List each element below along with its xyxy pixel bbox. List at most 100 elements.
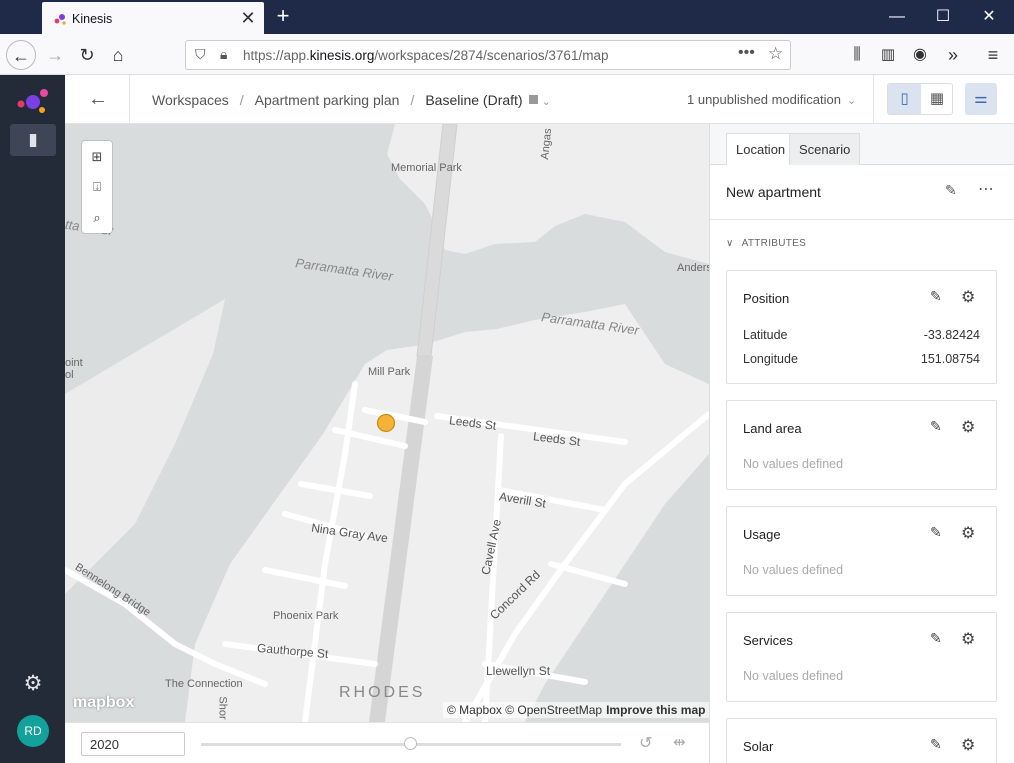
- year-input[interactable]: [81, 732, 185, 756]
- attribute-card-solar: Solar ✎ ⚙: [726, 718, 997, 763]
- back-arrow-icon[interactable]: ←: [85, 86, 111, 112]
- attributes-toggle[interactable]: ∨ ATTRIBUTES: [726, 238, 806, 249]
- tab-close-icon[interactable]: ✕: [238, 8, 258, 28]
- timeline-bar: ↺ ⇹: [65, 722, 709, 763]
- attribution-text[interactable]: © Mapbox © OpenStreetMap: [447, 703, 602, 717]
- attribute-card-position: Position ✎ ⚙ Latitude -33.82424 Longitud…: [726, 270, 997, 384]
- window-close-icon[interactable]: ✕: [966, 0, 1012, 34]
- browser-forward-icon[interactable]: →: [40, 40, 70, 70]
- header-divider: [129, 75, 130, 123]
- location-marker[interactable]: [376, 413, 396, 433]
- attributes-header: ATTRIBUTES: [741, 238, 807, 249]
- attributes-section: ∨ ATTRIBUTES Position ✎ ⚙ Latitude -33.82…: [710, 220, 1014, 763]
- table-view-icon[interactable]: ▦: [921, 84, 953, 114]
- page: Kinesis ✕ + — ☐ ✕ ← → ↻ ⌂ ⛉ 🔒︎ https://a…: [0, 0, 1014, 763]
- map-nav-icon[interactable]: ▮: [10, 124, 56, 156]
- map-canvas[interactable]: Memorial Park Parramatta River Parramatt…: [65, 124, 709, 722]
- app-sidebar: ▮ ⚙ RD: [0, 75, 65, 763]
- chevron-down-icon: ∨: [726, 238, 734, 249]
- new-tab-icon[interactable]: +: [270, 4, 296, 30]
- location-header: New apartment ✎ ⋯: [710, 165, 1014, 220]
- edit-pencil-icon[interactable]: ✎: [930, 736, 942, 753]
- chevron-down-icon[interactable]: ⌄: [542, 96, 551, 108]
- tab-location[interactable]: Location: [726, 133, 796, 166]
- url-text[interactable]: https://app.kinesis.org/workspaces/2874/…: [243, 48, 608, 63]
- search-icon[interactable]: ⌕: [82, 203, 112, 233]
- kinesis-logo-icon[interactable]: [14, 85, 52, 115]
- page-actions-icon[interactable]: •••: [738, 44, 755, 62]
- settings-gear-icon[interactable]: ⚙: [961, 287, 975, 307]
- empty-values: No values defined: [743, 563, 844, 577]
- mapbox-logo[interactable]: mapbox: [73, 694, 134, 712]
- filter-sliders-icon[interactable]: ⚌: [965, 83, 997, 115]
- browser-back-icon[interactable]: ←: [6, 40, 36, 70]
- browser-nav-bar: ← → ↻ ⌂ ⛉ 🔒︎ https://app.kinesis.org/wor…: [0, 34, 1014, 75]
- longitude-label: Longitude: [743, 352, 798, 366]
- edit-pencil-icon[interactable]: ✎: [930, 418, 942, 435]
- maximize-icon[interactable]: ☐: [920, 0, 966, 34]
- card-title: Solar: [743, 739, 774, 754]
- avatar[interactable]: RD: [17, 715, 49, 747]
- crumb-separator: /: [410, 92, 415, 108]
- card-title: Usage: [743, 527, 781, 542]
- map-attribution: © Mapbox © OpenStreetMap Improve this map: [443, 702, 709, 718]
- location-name: New apartment: [726, 184, 821, 200]
- lock-icon[interactable]: 🔒︎: [220, 46, 227, 63]
- map-label-memorial-park: Memorial Park: [391, 162, 462, 174]
- map-label-street: Llewellyn St: [486, 664, 551, 678]
- import-icon[interactable]: ⍗: [82, 172, 112, 202]
- library-icon[interactable]: ⫼: [842, 40, 872, 70]
- settings-gear-icon[interactable]: ⚙: [20, 671, 46, 697]
- improve-map-link[interactable]: Improve this map: [606, 703, 705, 717]
- home-icon[interactable]: ⌂: [103, 40, 133, 70]
- reload-icon[interactable]: ↻: [72, 40, 102, 70]
- fit-range-icon[interactable]: ⇹: [673, 733, 686, 751]
- bookmark-star-icon[interactable]: ☆: [768, 44, 783, 64]
- unpublished-dropdown[interactable]: 1 unpublished modification ⌄: [687, 92, 856, 107]
- map-view-icon[interactable]: ▯: [888, 84, 921, 114]
- latitude-value: -33.82424: [923, 328, 980, 342]
- shield-icon[interactable]: ⛉: [195, 46, 206, 63]
- chevron-down-icon: ⌄: [846, 95, 857, 107]
- crumb-project[interactable]: Apartment parking plan: [255, 92, 400, 108]
- map-label-park: Phoenix Park: [273, 610, 339, 622]
- crumb-workspaces[interactable]: Workspaces: [152, 92, 229, 108]
- app-header: ← Workspaces / Apartment parking plan / Base…: [65, 75, 1014, 124]
- map-label-place: Anders: [677, 262, 709, 274]
- info-icon: [528, 95, 538, 104]
- crumb-scenario[interactable]: Baseline (Draft): [425, 92, 522, 108]
- settings-gear-icon[interactable]: ⚙: [961, 735, 975, 755]
- overflow-chevron-icon[interactable]: »: [938, 40, 968, 70]
- unpublished-label: 1 unpublished modification: [687, 92, 841, 107]
- menu-icon[interactable]: ≡: [978, 40, 1008, 70]
- reset-icon[interactable]: ↺: [639, 733, 652, 753]
- add-location-icon[interactable]: ⊞: [82, 142, 112, 172]
- panel-tabs: Location Scenario: [710, 124, 1014, 166]
- edit-pencil-icon[interactable]: ✎: [930, 630, 942, 647]
- map-toolbar: ⊞ ⍗ ⌕: [82, 141, 112, 233]
- browser-title-bar: Kinesis ✕ + — ☐ ✕: [0, 0, 1014, 34]
- attribute-card-land-area: Land area ✎ ⚙ No values defined: [726, 400, 997, 490]
- map-label-place: ol: [65, 369, 74, 381]
- tab-scenario[interactable]: Scenario: [789, 133, 861, 165]
- tab-title: Kinesis: [72, 12, 113, 26]
- settings-gear-icon[interactable]: ⚙: [961, 417, 975, 437]
- address-bar[interactable]: ⛉ 🔒︎ https://app.kinesis.org/workspaces/…: [185, 40, 791, 70]
- latitude-label: Latitude: [743, 328, 788, 342]
- sidebar-toggle-icon[interactable]: ▥: [873, 40, 903, 70]
- settings-gear-icon[interactable]: ⚙: [961, 629, 975, 649]
- map-label-place: oint: [65, 357, 83, 369]
- edit-pencil-icon[interactable]: ✎: [945, 182, 957, 199]
- edit-pencil-icon[interactable]: ✎: [930, 288, 942, 305]
- minimize-icon[interactable]: —: [874, 0, 920, 34]
- browser-tab[interactable]: Kinesis ✕: [42, 2, 264, 34]
- account-icon[interactable]: ◉: [905, 40, 935, 70]
- settings-gear-icon[interactable]: ⚙: [961, 523, 975, 543]
- map-label-suburb: RHODES: [339, 684, 426, 701]
- more-options-icon[interactable]: ⋯: [978, 179, 994, 199]
- breadcrumb: Workspaces / Apartment parking plan / Baseli…: [152, 92, 551, 108]
- attribute-card-services: Services ✎ ⚙ No values defined: [726, 612, 997, 702]
- timeline-handle[interactable]: [404, 737, 417, 750]
- edit-pencil-icon[interactable]: ✎: [930, 524, 942, 541]
- kinesis-favicon-icon: [54, 14, 66, 25]
